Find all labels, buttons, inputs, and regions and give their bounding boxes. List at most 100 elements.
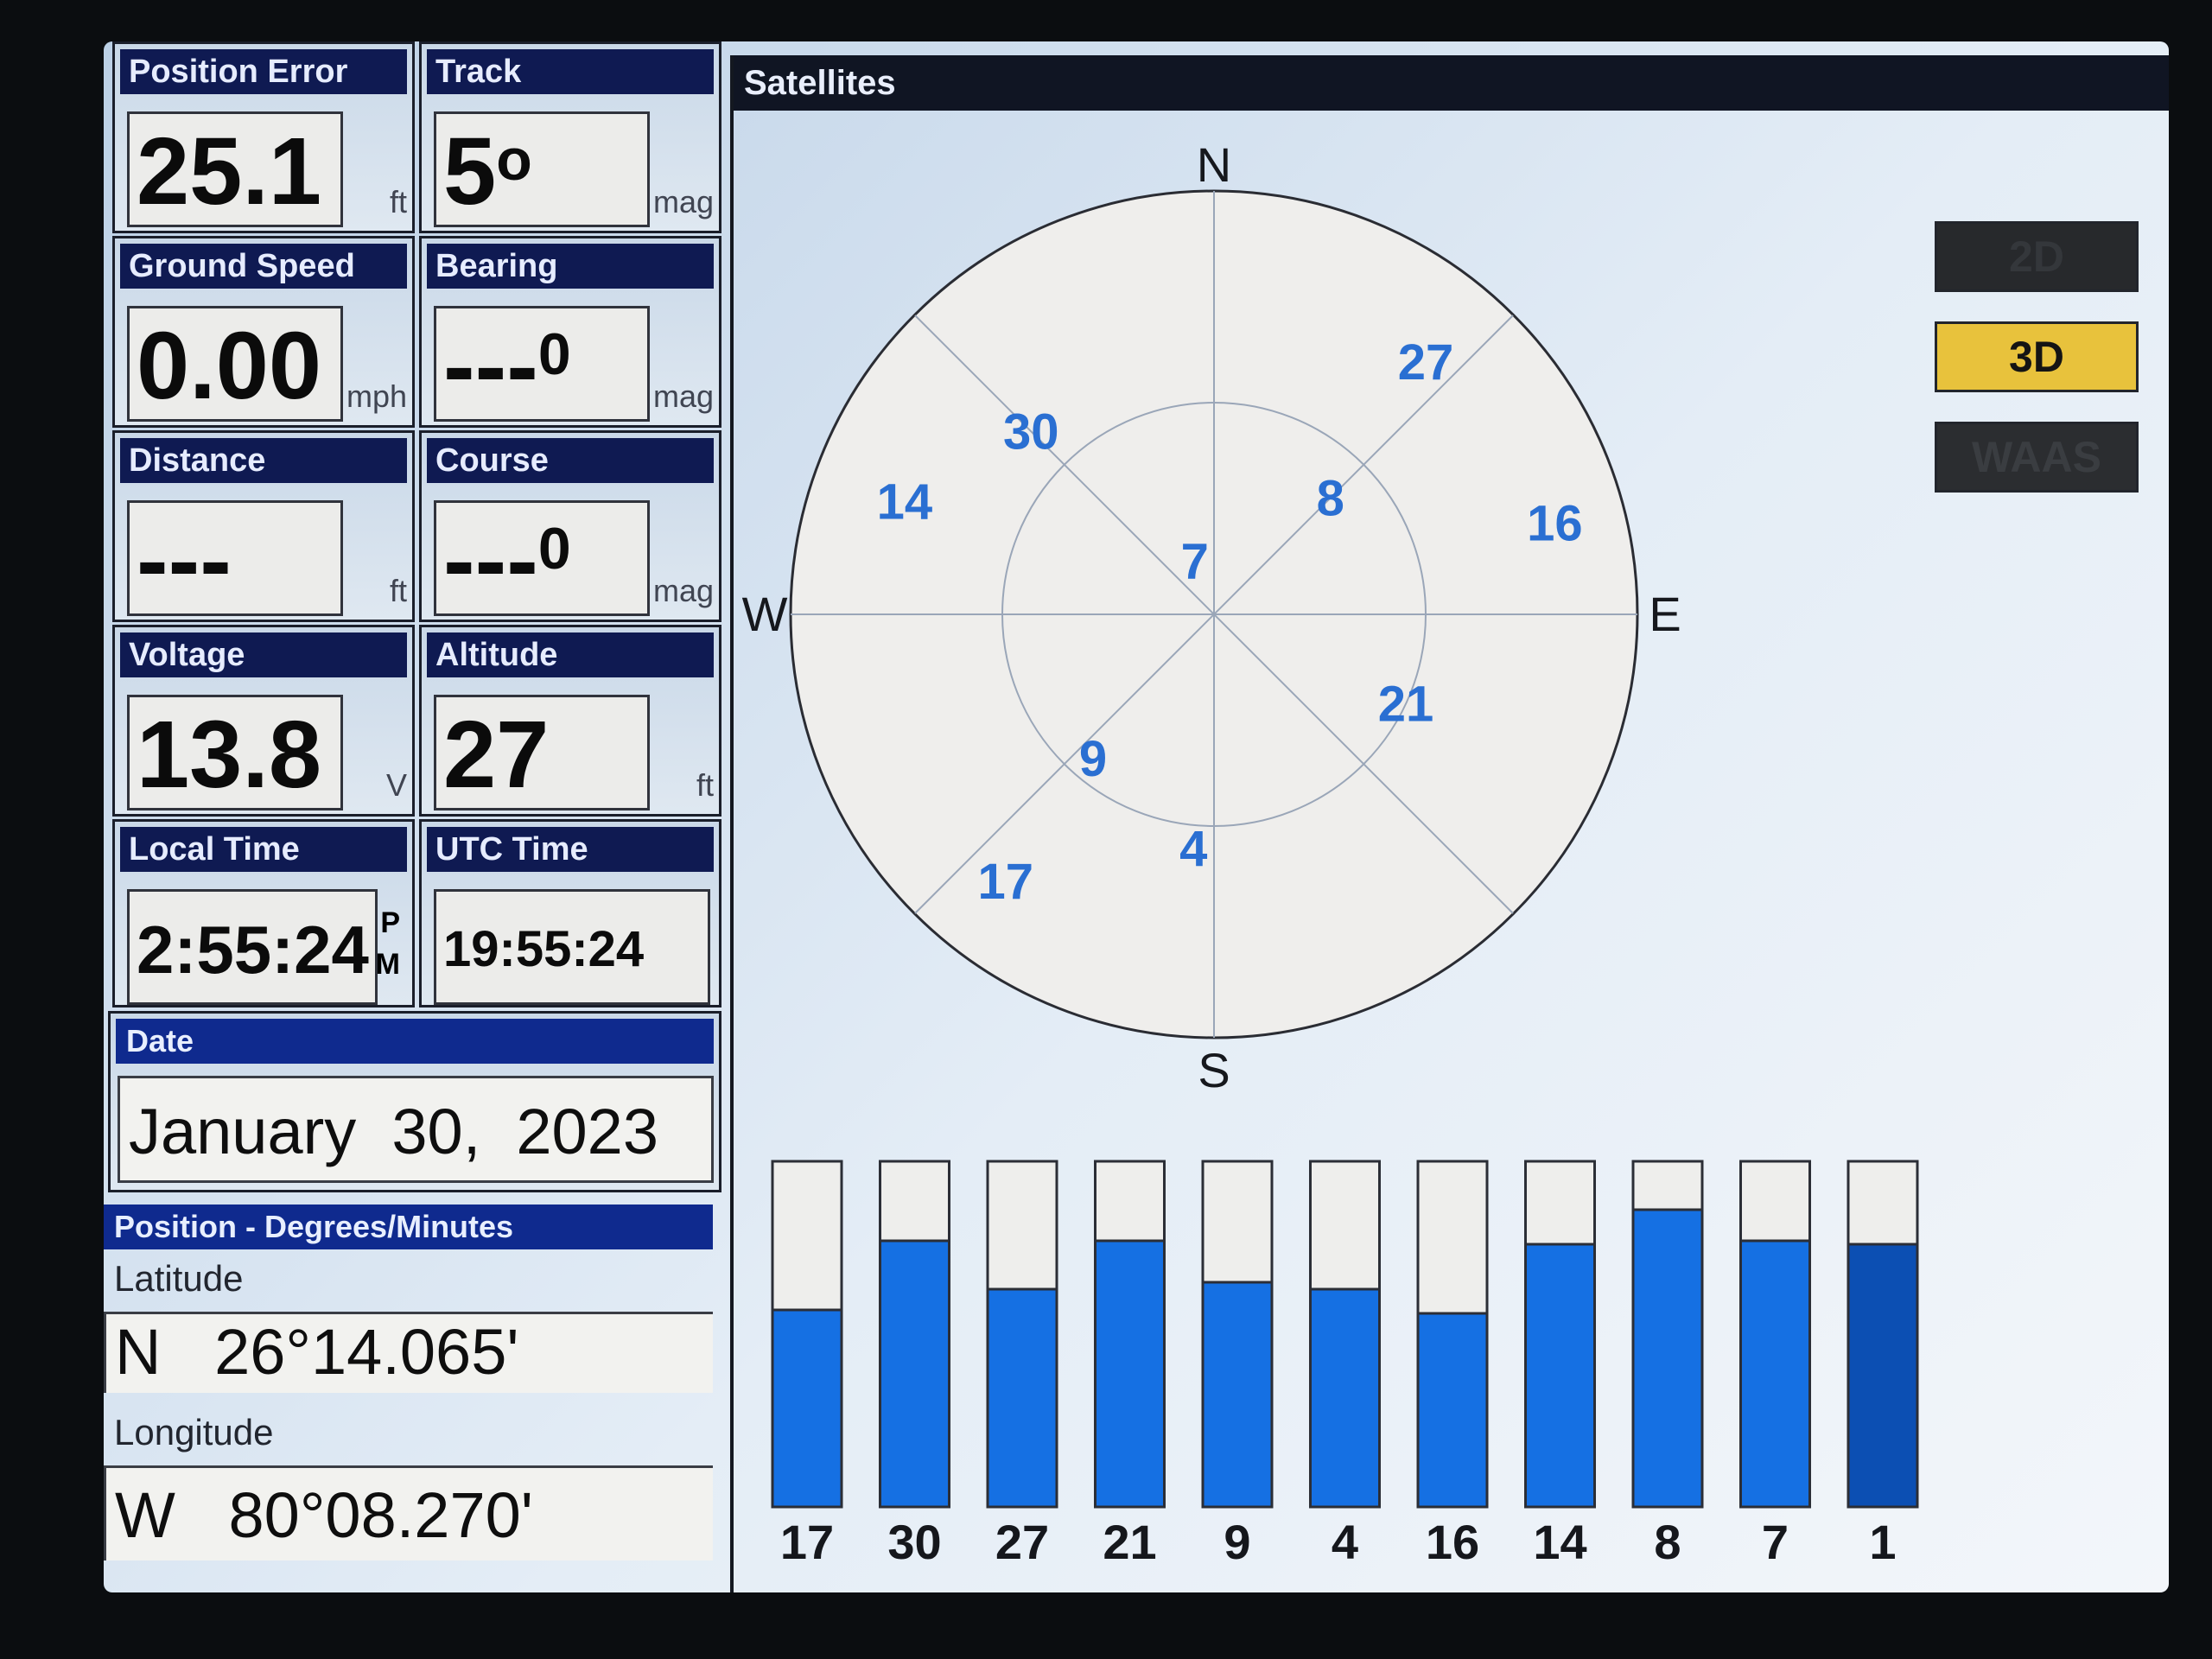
signal-bar-label: 14 bbox=[1533, 1515, 1586, 1569]
compass-s: S bbox=[1198, 1043, 1230, 1097]
voltage-title: Voltage bbox=[120, 632, 407, 677]
position-error-value-box: 25.1 bbox=[127, 111, 343, 227]
bearing-title: Bearing bbox=[427, 244, 714, 289]
signal-bar-label: 4 bbox=[1332, 1515, 1358, 1569]
mode-3d-indicator: 3D bbox=[1935, 321, 2139, 392]
sky-satellite-label: 17 bbox=[977, 854, 1033, 910]
gps-screen: Position Error 25.1 ft Track 5o mag Grou… bbox=[104, 41, 2169, 1592]
local-time-value: 2:55:24 bbox=[137, 912, 369, 988]
bearing-degree: 0 bbox=[537, 321, 571, 387]
sky-satellite-label: 7 bbox=[1181, 534, 1209, 590]
voltage-tile[interactable]: Voltage 13.8 V bbox=[112, 625, 415, 817]
date-title: Date bbox=[116, 1019, 714, 1064]
signal-bar-label: 21 bbox=[1103, 1515, 1156, 1569]
date-section[interactable]: Date January 30, 2023 bbox=[108, 1011, 721, 1192]
course-tile[interactable]: Course --- 0 mag bbox=[419, 430, 721, 622]
track-title: Track bbox=[427, 49, 714, 94]
course-title: Course bbox=[427, 438, 714, 483]
bearing-unit: mag bbox=[652, 378, 714, 414]
bearing-value-box: --- 0 bbox=[434, 306, 650, 422]
signal-bar-label: 9 bbox=[1224, 1515, 1250, 1569]
compass-n: N bbox=[1197, 137, 1231, 192]
position-error-title: Position Error bbox=[120, 49, 407, 94]
signal-bars: 17 30 27 21 9 4 16 14 8 7 1 bbox=[771, 1160, 1919, 1569]
signal-bar bbox=[1416, 1312, 1489, 1509]
satellites-title: Satellites bbox=[734, 55, 2169, 111]
utc-time-tile[interactable]: UTC Time 19:55:24 bbox=[419, 819, 721, 1007]
signal-bar bbox=[771, 1308, 843, 1509]
signal-strength-chart: 17 30 27 21 9 4 16 14 8 7 1 bbox=[771, 1160, 1919, 1569]
altitude-value: 27 bbox=[443, 702, 550, 808]
date-value: January 30, 2023 bbox=[118, 1076, 714, 1183]
sky-satellite-label: 14 bbox=[877, 474, 933, 531]
signal-bar bbox=[1094, 1239, 1166, 1509]
signal-bar-label: 7 bbox=[1762, 1515, 1789, 1569]
ground-speed-value-box: 0.00 bbox=[127, 306, 343, 422]
sky-satellite-label: 9 bbox=[1079, 731, 1107, 787]
course-value: --- bbox=[443, 507, 538, 613]
signal-bar bbox=[1739, 1239, 1811, 1509]
local-time-value-box: 2:55:24 bbox=[127, 889, 378, 1005]
ground-speed-value: 0.00 bbox=[137, 313, 322, 419]
sky-satellite-label: 16 bbox=[1527, 495, 1583, 551]
signal-bar-label: 1 bbox=[1869, 1515, 1896, 1569]
utc-time-value: 19:55:24 bbox=[443, 921, 645, 977]
compass-w: W bbox=[742, 587, 788, 641]
signal-bar-label: 8 bbox=[1654, 1515, 1681, 1569]
track-unit: mag bbox=[652, 184, 714, 219]
ground-speed-tile[interactable]: Ground Speed 0.00 mph bbox=[112, 236, 415, 428]
altitude-unit: ft bbox=[696, 767, 714, 803]
local-time-title: Local Time bbox=[120, 827, 407, 872]
local-time-ampm-top: P bbox=[380, 906, 400, 939]
voltage-unit: V bbox=[385, 767, 407, 803]
distance-tile[interactable]: Distance --- ft bbox=[112, 430, 415, 622]
position-title: Position - Degrees/Minutes bbox=[104, 1205, 713, 1249]
signal-bar bbox=[1201, 1281, 1274, 1509]
mode-waas-indicator: WAAS bbox=[1935, 422, 2139, 493]
longitude-value: W 80°08.270' bbox=[104, 1465, 713, 1560]
position-error-value: 25.1 bbox=[137, 118, 322, 225]
latitude-label: Latitude bbox=[114, 1258, 244, 1299]
signal-bar-label: 16 bbox=[1426, 1515, 1479, 1569]
compass-e: E bbox=[1649, 587, 1681, 641]
bearing-value: --- bbox=[443, 313, 538, 419]
altitude-tile[interactable]: Altitude 27 ft bbox=[419, 625, 721, 817]
track-value-box: 5o bbox=[434, 111, 650, 227]
distance-value: --- bbox=[137, 507, 232, 613]
sky-satellite-label: 21 bbox=[1378, 677, 1434, 733]
signal-bar bbox=[1309, 1287, 1381, 1509]
latitude-value: N 26°14.065' bbox=[104, 1312, 713, 1393]
signal-bar bbox=[986, 1287, 1058, 1509]
altitude-title: Altitude bbox=[427, 632, 714, 677]
sky-satellite-label: 4 bbox=[1179, 821, 1207, 877]
distance-unit: ft bbox=[389, 573, 407, 608]
local-time-ampm-bottom: M bbox=[375, 948, 400, 981]
track-tile[interactable]: Track 5o mag bbox=[419, 41, 721, 233]
local-time-tile[interactable]: Local Time 2:55:24 P M bbox=[112, 819, 415, 1007]
distance-value-box: --- bbox=[127, 500, 343, 616]
course-unit: mag bbox=[652, 573, 714, 608]
altitude-value-box: 27 bbox=[434, 695, 650, 810]
signal-bar-label: 17 bbox=[780, 1515, 834, 1569]
sky-satellite-label: 8 bbox=[1317, 470, 1344, 526]
track-degree: o bbox=[496, 127, 532, 193]
position-error-unit: ft bbox=[389, 184, 407, 219]
signal-bar-label: 27 bbox=[995, 1515, 1049, 1569]
mode-2d-indicator: 2D bbox=[1935, 221, 2139, 292]
utc-time-title: UTC Time bbox=[427, 827, 714, 872]
signal-bar bbox=[1631, 1208, 1704, 1509]
track-value: 5 bbox=[443, 118, 497, 225]
sky-satellite-label: 30 bbox=[1003, 404, 1059, 460]
signal-bar bbox=[1524, 1243, 1596, 1509]
position-section[interactable]: Position - Degrees/Minutes Latitude N 26… bbox=[104, 1205, 721, 1579]
signal-bar-label: 30 bbox=[887, 1515, 941, 1569]
utc-time-value-box: 19:55:24 bbox=[434, 889, 710, 1005]
bearing-tile[interactable]: Bearing --- 0 mag bbox=[419, 236, 721, 428]
position-error-tile[interactable]: Position Error 25.1 ft bbox=[112, 41, 415, 233]
signal-bar bbox=[1847, 1243, 1919, 1509]
longitude-label: Longitude bbox=[114, 1412, 274, 1452]
course-degree: 0 bbox=[537, 516, 571, 582]
sky-satellite-label: 27 bbox=[1398, 334, 1454, 391]
distance-title: Distance bbox=[120, 438, 407, 483]
signal-bar bbox=[879, 1239, 950, 1509]
